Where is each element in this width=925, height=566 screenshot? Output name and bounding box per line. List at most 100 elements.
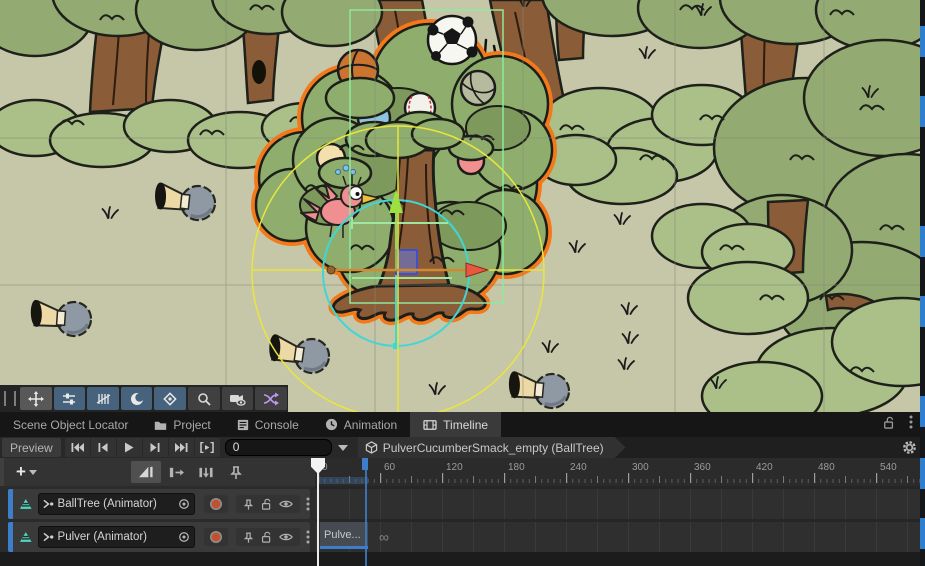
unlock-icon[interactable] [261, 531, 272, 543]
play-range-button[interactable] [195, 438, 220, 457]
edit-mode-replace-button[interactable] [191, 461, 221, 483]
move-tool-button[interactable] [20, 387, 52, 410]
track-row-balltree[interactable]: BallTree (Animator) [8, 489, 310, 519]
gear-icon[interactable] [902, 440, 917, 455]
svg-text:120: 120 [446, 462, 463, 473]
play-range-icon [200, 442, 214, 453]
track-options-group [236, 528, 300, 546]
search-tool-button[interactable] [188, 387, 220, 410]
kebab-menu-icon[interactable] [909, 415, 913, 434]
track-color-strip [8, 522, 13, 552]
playhead-line[interactable] [317, 458, 319, 566]
move-tool-icon [28, 391, 44, 407]
pin-button[interactable] [221, 461, 251, 483]
svg-text:300: 300 [632, 462, 649, 473]
animation-clip[interactable]: Pulve... [320, 522, 368, 549]
breadcrumb-bar: PulverCucumberSmack_empty (BallTree) [358, 437, 925, 458]
track-name: Pulver (Animator) [58, 531, 174, 543]
x-axis-handle[interactable] [327, 266, 335, 274]
pin-icon[interactable] [243, 531, 254, 544]
pin-icon[interactable] [243, 498, 254, 511]
pin-icon [229, 465, 243, 480]
timeline-ruler[interactable]: 0 60 120 180 240 300 360 420 480 540 [315, 458, 925, 486]
unlock-icon[interactable] [883, 416, 895, 434]
step-back-icon [98, 442, 108, 453]
target-icon[interactable] [178, 498, 190, 510]
folder-icon [154, 419, 167, 431]
toolbar-grip[interactable] [4, 391, 16, 406]
binding-icon [43, 499, 54, 509]
cube-icon [365, 441, 378, 454]
sliders-tool-button[interactable] [54, 387, 86, 410]
frame-dropdown-caret[interactable] [332, 438, 354, 457]
scene-view[interactable] [0, 0, 925, 412]
eye-icon[interactable] [279, 532, 293, 542]
step-forward-button[interactable] [143, 438, 168, 457]
edit-mode-mix-button[interactable] [161, 461, 191, 483]
svg-text:540: 540 [880, 462, 897, 473]
caret-down-icon [29, 470, 37, 475]
camera-visibility-icon [229, 391, 246, 407]
soccer-ball [428, 16, 478, 64]
unity-editor-window: Scene Object Locator Project Console Ani… [0, 0, 925, 566]
diamond-tool-icon [162, 391, 178, 407]
target-icon[interactable] [178, 531, 190, 543]
preview-label: Preview [10, 441, 53, 455]
timeline-end-line [365, 470, 367, 566]
curves-view-icon [138, 465, 154, 480]
panel-resize-handle[interactable] [0, 458, 4, 486]
svg-text:420: 420 [756, 462, 773, 473]
track-row-pulver[interactable]: Pulver (Animator) [8, 522, 310, 552]
binding-icon [43, 532, 54, 542]
track-content-balltree[interactable] [315, 489, 920, 519]
track-binding-field[interactable]: BallTree (Animator) [38, 493, 195, 515]
edit-mode-mix-icon [168, 465, 184, 480]
scene-toolbar [0, 385, 288, 412]
kebab-menu-icon[interactable] [306, 530, 310, 544]
skip-end-icon [175, 442, 188, 453]
play-button[interactable] [117, 438, 142, 457]
curves-view-button[interactable] [131, 461, 161, 483]
add-track-button[interactable]: + [10, 462, 43, 482]
track-color-strip [8, 489, 13, 519]
kebab-menu-icon[interactable] [306, 497, 310, 511]
shuffle-icon [263, 391, 279, 407]
film-icon [423, 419, 437, 431]
tab-label: Project [173, 418, 210, 432]
tally-grid-tool-icon [95, 391, 111, 407]
track-binding-field[interactable]: Pulver (Animator) [38, 526, 195, 548]
svg-text:480: 480 [818, 462, 835, 473]
breadcrumb[interactable]: PulverCucumberSmack_empty (BallTree) [358, 437, 626, 458]
sliders-tool-icon [61, 391, 77, 407]
track-name: BallTree (Animator) [58, 498, 174, 510]
preview-toggle-button[interactable]: Preview [2, 438, 61, 457]
sphere-tool-icon [129, 391, 145, 407]
right-edge-strip [920, 0, 925, 566]
sphere-tool-button[interactable] [121, 387, 153, 410]
edit-mode-replace-icon [198, 465, 214, 480]
camera-visibility-tool-button[interactable] [222, 387, 254, 410]
svg-text:240: 240 [570, 462, 587, 473]
record-icon [209, 497, 223, 511]
tab-timeline[interactable]: Timeline [410, 412, 501, 437]
tab-console[interactable]: Console [224, 412, 312, 437]
record-button[interactable] [204, 495, 228, 513]
frame-number-input[interactable]: 0 [225, 439, 332, 456]
clip-hold-infinity: ∞ [379, 522, 389, 552]
record-button[interactable] [204, 528, 228, 546]
skip-end-button[interactable] [169, 438, 194, 457]
step-back-button[interactable] [91, 438, 116, 457]
tab-scene-object-locator[interactable]: Scene Object Locator [0, 412, 141, 437]
diamond-tool-button[interactable] [154, 387, 186, 410]
skip-start-button[interactable] [65, 438, 90, 457]
eye-icon[interactable] [279, 499, 293, 509]
tab-animation[interactable]: Animation [312, 412, 410, 437]
console-icon [237, 419, 249, 431]
shuffle-tool-button[interactable] [255, 387, 287, 410]
tally-grid-tool-button[interactable] [87, 387, 119, 410]
plus-icon: + [16, 462, 26, 482]
tab-project[interactable]: Project [141, 412, 223, 437]
timeline-end-marker[interactable] [362, 458, 368, 470]
track-content-pulver[interactable]: Pulve... ∞ [315, 522, 920, 552]
unlock-icon[interactable] [261, 498, 272, 510]
